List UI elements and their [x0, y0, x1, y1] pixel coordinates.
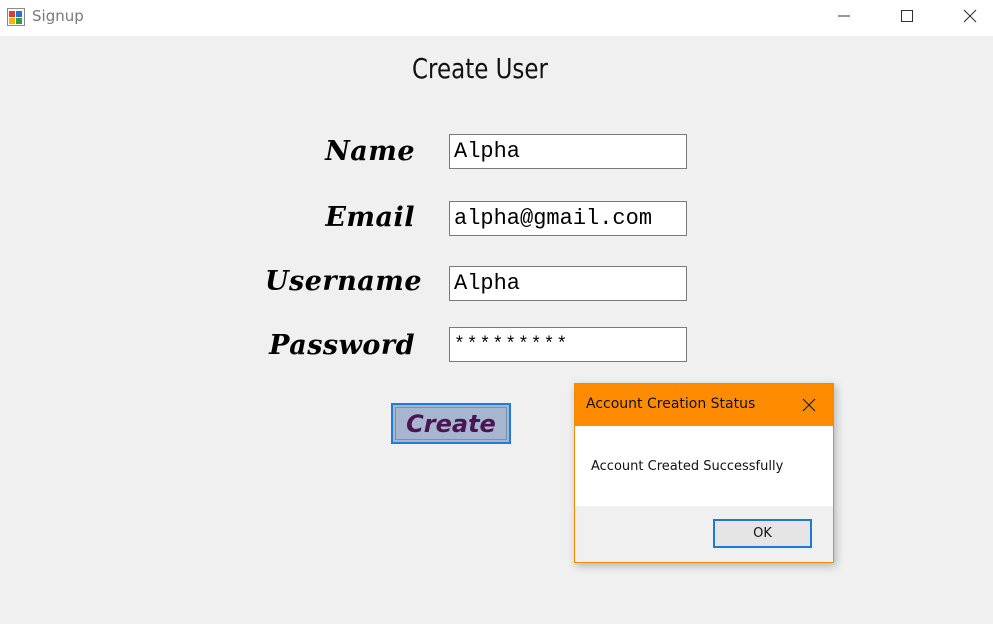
password-field[interactable]: *********	[449, 327, 687, 362]
close-icon	[963, 9, 977, 23]
email-field[interactable]: alpha@gmail.com	[449, 201, 687, 236]
close-icon	[802, 398, 816, 412]
windows-form-icon	[7, 8, 25, 26]
minimize-icon	[838, 15, 850, 17]
create-button-label: Create	[395, 407, 507, 440]
name-field[interactable]: Alpha	[449, 134, 687, 169]
title-bar: Signup	[0, 0, 993, 36]
maximize-button[interactable]	[884, 0, 930, 32]
username-label: Username	[264, 266, 422, 297]
dialog-title-bar: Account Creation Status	[575, 384, 833, 426]
window-title: Signup	[32, 7, 84, 25]
username-field[interactable]: Alpha	[449, 266, 687, 301]
signup-window: Signup Create User Name Alpha Email alph…	[0, 0, 993, 624]
close-button[interactable]	[947, 0, 993, 32]
form-title: Create User	[412, 52, 548, 85]
ok-button-label: OK	[753, 526, 772, 541]
dialog-title: Account Creation Status	[586, 396, 756, 412]
password-label: Password	[269, 330, 415, 361]
email-label: Email	[325, 202, 415, 233]
dialog-body: Account Created Successfully	[575, 426, 833, 506]
minimize-button[interactable]	[821, 0, 867, 32]
account-status-dialog: Account Creation Status Account Created …	[574, 383, 834, 563]
dialog-message: Account Created Successfully	[591, 459, 784, 474]
maximize-icon	[901, 10, 913, 22]
dialog-close-button[interactable]	[800, 396, 818, 414]
ok-button[interactable]: OK	[713, 519, 812, 548]
name-label: Name	[325, 136, 415, 167]
create-button[interactable]: Create	[391, 403, 511, 444]
